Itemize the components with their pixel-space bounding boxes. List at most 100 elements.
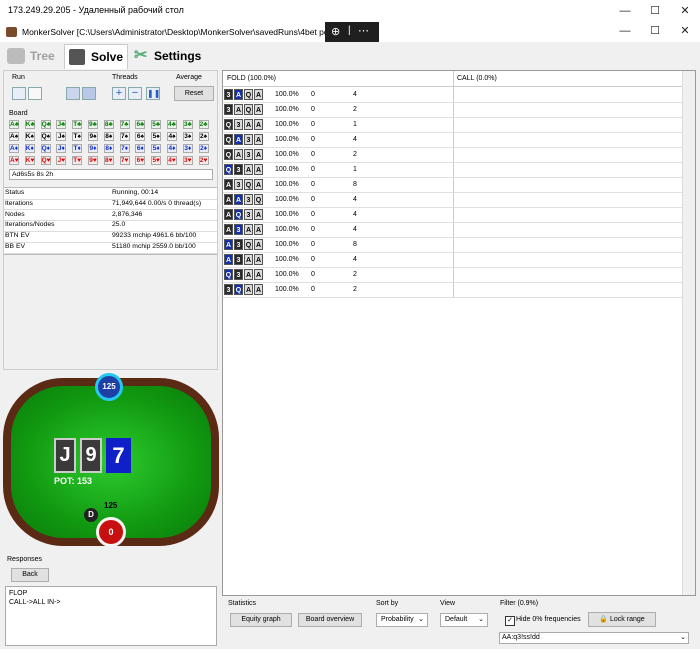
equity-graph-button[interactable]: Equity graph [230, 613, 292, 627]
app-close-button[interactable]: ✕ [670, 21, 700, 41]
board-card[interactable]: 6♦ [135, 144, 146, 153]
board-card[interactable]: K♥ [24, 156, 35, 165]
board-card[interactable]: 5♥ [151, 156, 162, 165]
board-card[interactable]: 9♦ [88, 144, 98, 153]
threads-plus-button[interactable]: + [112, 87, 126, 100]
board-card[interactable]: 4♦ [167, 144, 177, 153]
board-input[interactable]: Ad6s5s 8s 2h [9, 169, 213, 180]
board-overview-button[interactable]: Board overview [298, 613, 362, 627]
minimize-button[interactable]: — [610, 0, 640, 22]
grid-row[interactable]: 3 A Q A 100.0% 0 2 [223, 102, 695, 118]
zoom-icon[interactable]: ⊕ [331, 25, 340, 38]
grid-row[interactable]: Q A 3 A 100.0% 0 2 [223, 147, 695, 163]
run-start-button[interactable] [12, 87, 26, 100]
grid-row[interactable]: A 3 Q A 100.0% 0 8 [223, 237, 695, 253]
back-button[interactable]: Back [11, 568, 49, 582]
pause-button[interactable]: ❚❚ [146, 87, 160, 100]
board-card[interactable]: T♦ [72, 144, 83, 153]
hand-card: A [244, 284, 253, 295]
grid-row[interactable]: Q 3 A A 100.0% 0 2 [223, 267, 695, 283]
board-card[interactable]: 3♦ [182, 144, 193, 153]
board-card[interactable]: 2♣ [198, 120, 209, 129]
stat-key: Iterations/Nodes [5, 221, 55, 229]
board-card[interactable]: T♥ [72, 156, 83, 165]
board-card[interactable]: 7♦ [119, 144, 130, 153]
grid-row[interactable]: A Q 3 A 100.0% 0 4 [223, 207, 695, 223]
view-select[interactable]: Default ⌄ [440, 613, 488, 627]
board-card[interactable]: 8♠ [103, 132, 114, 141]
save-button[interactable] [66, 87, 80, 100]
board-card[interactable]: 9♣ [88, 120, 98, 129]
grid-row[interactable]: 3 A Q A 100.0% 0 4 [223, 87, 695, 103]
board-card[interactable]: 9♠ [88, 132, 98, 141]
board-card[interactable]: 5♠ [151, 132, 162, 141]
board-card[interactable]: 3♣ [182, 120, 193, 129]
grid-row[interactable]: 3 Q A A 100.0% 0 2 [223, 282, 695, 298]
board-card[interactable]: J♥ [56, 156, 67, 165]
board-card[interactable]: Q♥ [40, 156, 51, 165]
board-card[interactable]: K♠ [24, 132, 35, 141]
board-card[interactable]: 6♠ [135, 132, 146, 141]
open-button[interactable] [82, 87, 96, 100]
hide-zero-checkbox[interactable]: ✓ [505, 616, 515, 626]
cell-pct: 100.0% [275, 196, 299, 203]
board-card[interactable]: 4♣ [167, 120, 177, 129]
board-card[interactable]: Q♣ [40, 120, 51, 129]
board-card[interactable]: A♣ [9, 120, 19, 129]
tree-icon [7, 48, 25, 64]
board-card[interactable]: J♣ [56, 120, 67, 129]
board-card[interactable]: 2♦ [198, 144, 209, 153]
board-card[interactable]: 9♥ [88, 156, 98, 165]
board-card[interactable]: 7♠ [119, 132, 130, 141]
grid-row[interactable]: Q A 3 A 100.0% 0 4 [223, 132, 695, 148]
board-card[interactable]: T♣ [72, 120, 83, 129]
run-notes-button[interactable] [28, 87, 42, 100]
board-card[interactable]: A♥ [9, 156, 19, 165]
grid-row[interactable]: A 3 A A 100.0% 0 4 [223, 252, 695, 268]
board-card[interactable]: 6♣ [135, 120, 146, 129]
board-card[interactable]: 7♣ [119, 120, 130, 129]
grid-row[interactable]: A 3 Q A 100.0% 0 8 [223, 177, 695, 193]
board-card[interactable]: 5♦ [151, 144, 162, 153]
board-card[interactable]: 8♣ [103, 120, 114, 129]
board-card[interactable]: 4♥ [167, 156, 177, 165]
threads-minus-button[interactable]: − [128, 87, 142, 100]
board-card[interactable]: 4♠ [167, 132, 177, 141]
response-line[interactable]: CALL->ALL IN-> [9, 598, 213, 607]
reset-button[interactable]: Reset [174, 86, 214, 101]
filter-input[interactable]: AA:q3!ss!dd ⌄ [499, 632, 689, 644]
board-card[interactable]: K♣ [24, 120, 35, 129]
more-icon[interactable]: ⋯ [358, 24, 369, 37]
grid-row[interactable]: A 3 A A 100.0% 0 4 [223, 222, 695, 238]
grid-row[interactable]: Q 3 A A 100.0% 0 1 [223, 162, 695, 178]
board-card[interactable]: 2♠ [198, 132, 209, 141]
board-card[interactable]: J♦ [56, 144, 67, 153]
board-card[interactable]: 8♥ [103, 156, 114, 165]
close-button[interactable]: ✕ [670, 0, 700, 22]
board-card[interactable]: 7♥ [119, 156, 130, 165]
board-card[interactable]: T♠ [72, 132, 83, 141]
response-line[interactable]: FLOP [9, 589, 213, 598]
grid-scrollbar[interactable] [682, 71, 695, 595]
hand-card: A [254, 239, 263, 250]
maximize-button[interactable]: ☐ [640, 0, 670, 22]
board-card[interactable]: A♠ [9, 132, 19, 141]
board-card[interactable]: 2♥ [198, 156, 209, 165]
board-card[interactable]: A♦ [9, 144, 19, 153]
board-card[interactable]: K♦ [24, 144, 35, 153]
board-card[interactable]: J♠ [56, 132, 67, 141]
tab-solve[interactable]: Solve [64, 44, 128, 69]
board-card[interactable]: Q♠ [40, 132, 51, 141]
board-card[interactable]: 8♦ [103, 144, 114, 153]
app-maximize-button[interactable]: ☐ [640, 21, 670, 41]
board-card[interactable]: 6♥ [135, 156, 146, 165]
grid-row[interactable]: A A 3 Q 100.0% 0 4 [223, 192, 695, 208]
board-card[interactable]: 3♠ [182, 132, 193, 141]
board-card[interactable]: 5♣ [151, 120, 162, 129]
grid-row[interactable]: Q 3 A A 100.0% 0 1 [223, 117, 695, 133]
sort-select[interactable]: Probability ⌄ [376, 613, 428, 627]
board-card[interactable]: 3♥ [182, 156, 193, 165]
app-minimize-button[interactable]: — [610, 21, 640, 41]
board-card[interactable]: Q♦ [40, 144, 51, 153]
lock-range-button[interactable]: 🔒 Lock range [588, 612, 656, 627]
